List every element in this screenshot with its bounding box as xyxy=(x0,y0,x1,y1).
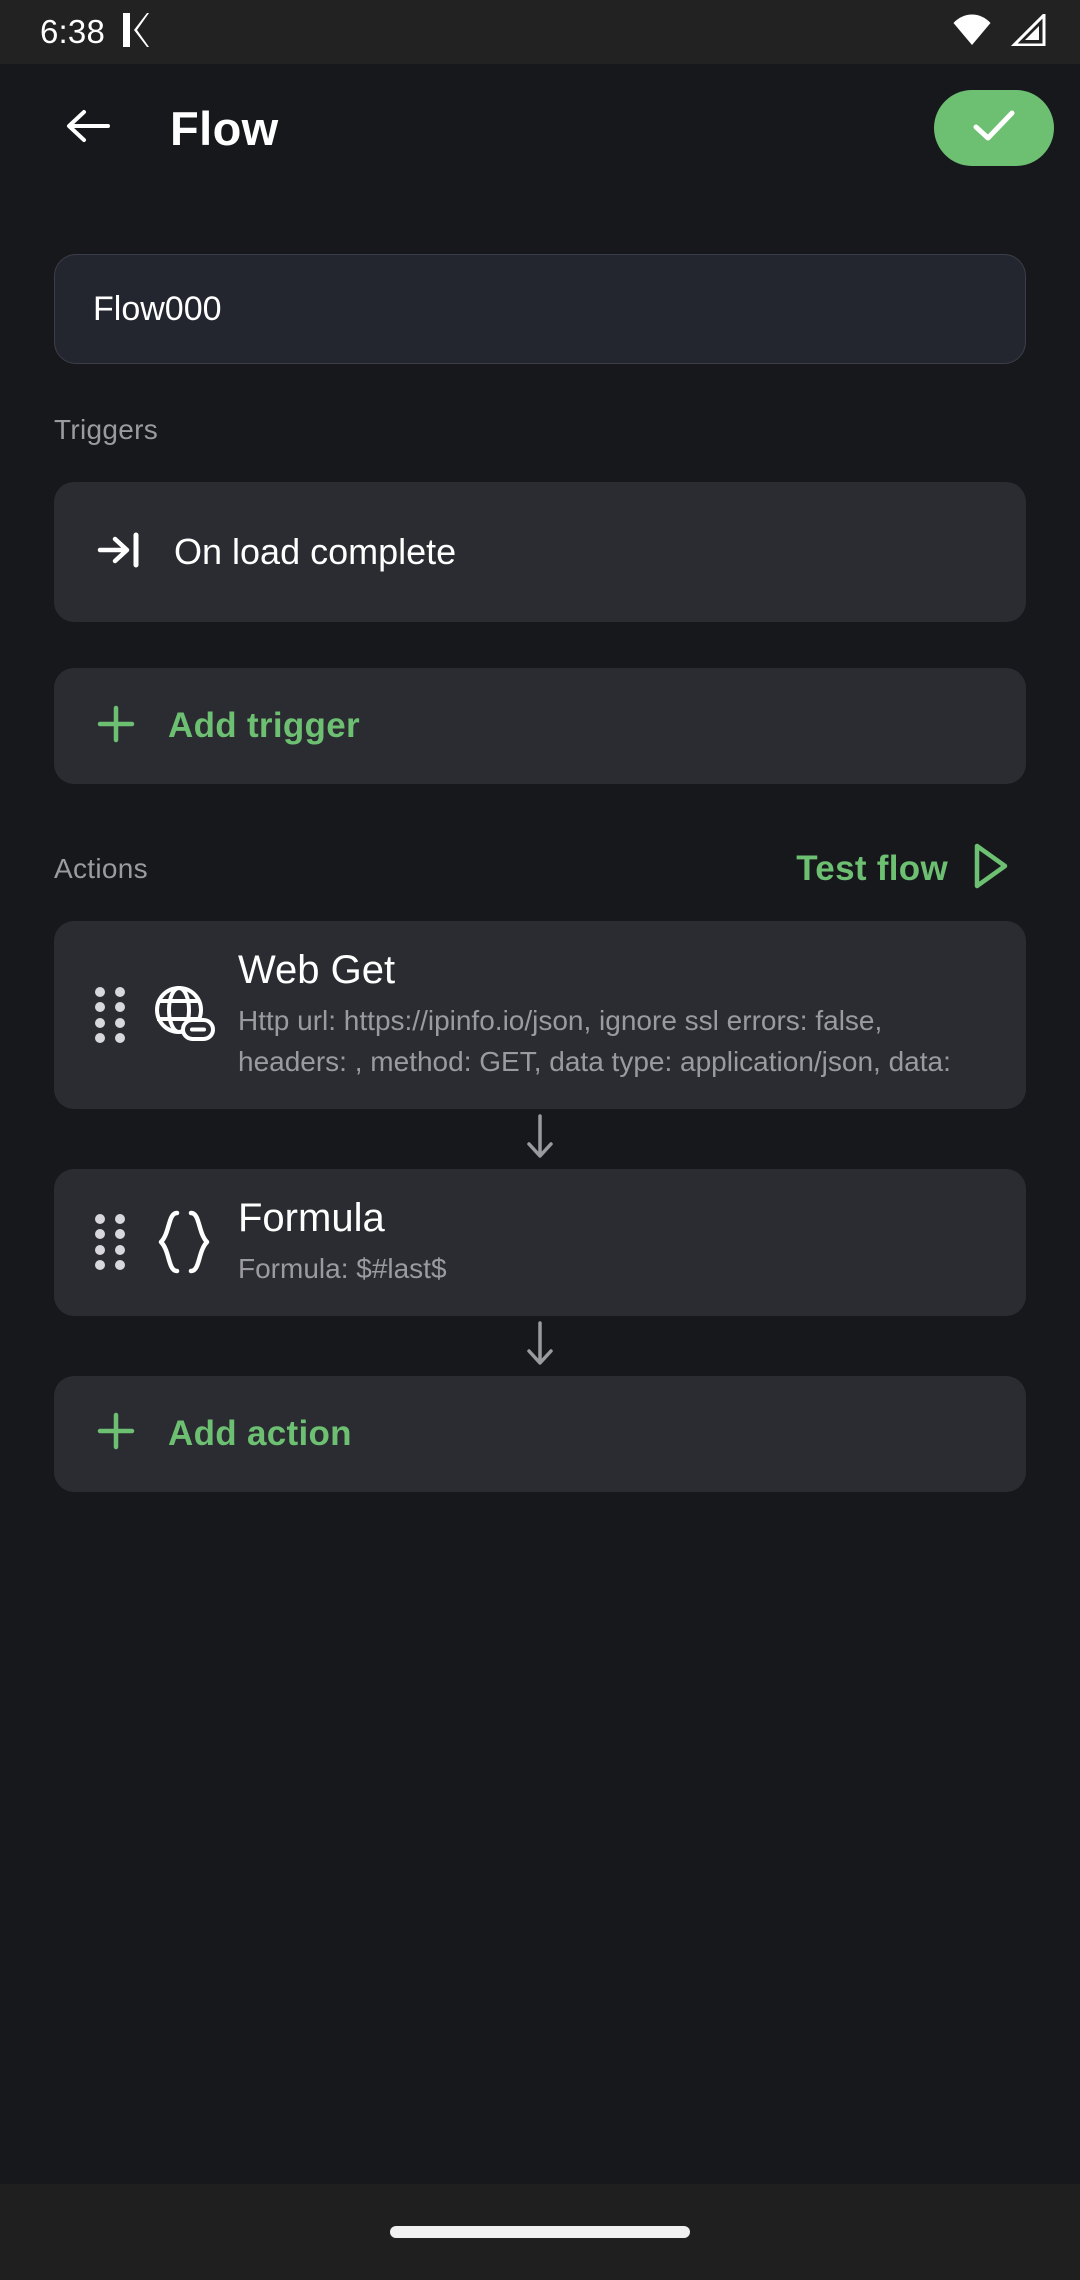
status-bar: 6:38 xyxy=(0,0,1080,64)
action-connector-1 xyxy=(54,1109,1026,1169)
status-clock: 6:38 xyxy=(40,13,106,50)
save-button[interactable] xyxy=(934,90,1054,166)
arrow-down-icon xyxy=(525,1113,555,1164)
add-trigger-button[interactable]: Add trigger xyxy=(54,668,1026,784)
drag-handle-icon[interactable] xyxy=(78,986,142,1044)
app-bar: Flow xyxy=(0,64,1080,192)
check-icon xyxy=(971,107,1017,150)
plus-icon xyxy=(94,1409,138,1458)
arrow-to-bar-icon xyxy=(96,530,144,575)
plus-icon xyxy=(94,702,138,751)
back-arrow-icon xyxy=(64,104,112,153)
action-text-block: Web Get Http url: https://ipinfo.io/json… xyxy=(226,947,1000,1083)
flow-editor-content: /* value attribute binding handled gener… xyxy=(0,192,1080,2184)
k-app-icon xyxy=(123,12,150,52)
add-action-button[interactable]: Add action xyxy=(54,1375,1026,1492)
action-item-web-get[interactable]: Web Get Http url: https://ipinfo.io/json… xyxy=(54,921,1026,1109)
action-title: Formula xyxy=(238,1195,385,1240)
page-title: Flow xyxy=(170,101,279,155)
gesture-home-pill[interactable] xyxy=(390,2226,690,2238)
gesture-nav-bar xyxy=(0,2184,1080,2280)
play-icon xyxy=(970,842,1012,895)
test-flow-button[interactable]: Test flow xyxy=(786,836,1026,901)
action-subtitle: Formula: $#last$ xyxy=(238,1252,447,1284)
wifi-icon xyxy=(952,14,992,51)
status-bar-right xyxy=(952,10,1046,51)
globe-link-icon xyxy=(142,983,226,1047)
curly-braces-icon xyxy=(142,1209,226,1275)
back-button[interactable] xyxy=(46,86,130,170)
action-item-formula[interactable]: Formula Formula: $#last$ xyxy=(54,1168,1026,1316)
action-subtitle: Http url: https://ipinfo.io/json, ignore… xyxy=(238,1005,951,1077)
action-title: Web Get xyxy=(238,948,396,992)
test-flow-label: Test flow xyxy=(796,848,948,888)
add-trigger-label: Add trigger xyxy=(168,706,360,745)
trigger-item-label: On load complete xyxy=(174,531,457,572)
status-bar-left: 6:38 xyxy=(40,12,150,52)
drag-handle-icon[interactable] xyxy=(78,1213,142,1271)
actions-section-label: Actions xyxy=(54,852,148,884)
flow-name-input[interactable] xyxy=(54,254,1026,364)
trigger-item-on-load-complete[interactable]: On load complete xyxy=(54,482,1026,622)
action-text-block: Formula Formula: $#last$ xyxy=(226,1195,1000,1290)
app-screen: 6:38 Flow Flow000 Triggers On load compl… xyxy=(0,0,1080,2280)
arrow-down-icon xyxy=(525,1320,555,1371)
cellular-signal-icon xyxy=(1008,10,1046,51)
actions-section-header: Actions Test flow xyxy=(54,836,1026,901)
action-connector-2 xyxy=(54,1316,1026,1376)
triggers-section-label: Triggers xyxy=(54,414,159,445)
add-action-label: Add action xyxy=(168,1413,352,1453)
